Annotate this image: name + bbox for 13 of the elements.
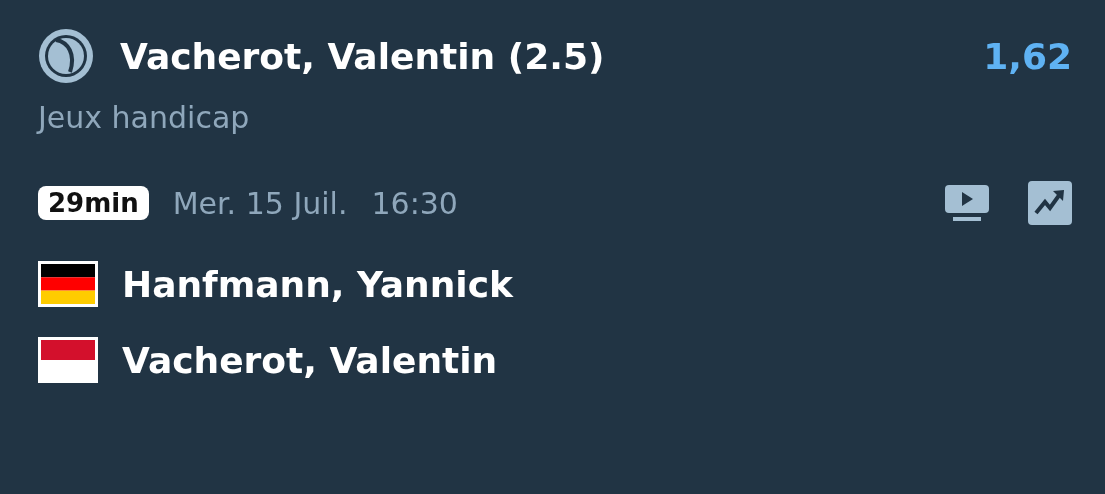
live-tv-icon[interactable] <box>944 183 990 223</box>
market-name: Jeux handicap <box>38 100 251 135</box>
flag-icon <box>38 337 98 383</box>
selection-title: Vacherot, Valentin (2.5) <box>120 35 606 77</box>
event-time: 16:30 <box>371 185 458 221</box>
countdown-badge: 29min <box>38 186 149 220</box>
event-date: Mer. 15 Juil. <box>172 185 348 221</box>
player-name: Vacherot, Valentin <box>122 339 498 381</box>
stats-chart-icon[interactable] <box>1028 181 1072 225</box>
tennis-ball-icon <box>38 28 94 84</box>
player-name: Hanfmann, Yannick <box>122 263 513 305</box>
odds[interactable]: 1,62 <box>983 35 1072 77</box>
flag-icon <box>38 261 98 307</box>
